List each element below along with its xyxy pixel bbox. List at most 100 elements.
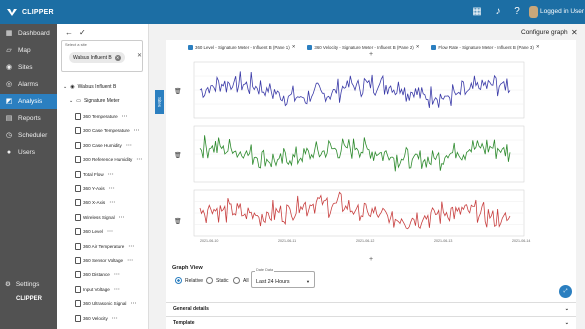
- more-options-icon[interactable]: ⋯: [114, 286, 120, 293]
- sidebar-item-label: Alarms: [18, 81, 39, 88]
- channel-icon: [75, 113, 81, 120]
- tree-channel-item[interactable]: 360 Level ⋯: [75, 228, 113, 236]
- tree-channel-item[interactable]: 360 Velocity ⋯: [75, 314, 118, 322]
- tree-channel-item[interactable]: 360 Y-Axis ⋯: [75, 185, 115, 192]
- tree-channel-item[interactable]: 360 Distance ⋯: [75, 271, 120, 279]
- more-options-icon[interactable]: ⋯: [109, 185, 115, 192]
- radio-dot[interactable]: [175, 277, 182, 284]
- tree-channel-item[interactable]: 300 Reference Humidity ⋯: [75, 156, 142, 164]
- more-options-icon[interactable]: ⋯: [136, 156, 142, 163]
- chevron-down-icon[interactable]: ⌄: [69, 98, 73, 104]
- brand-name: CLIPPER: [22, 8, 54, 16]
- close-icon[interactable]: ✕: [292, 44, 296, 50]
- more-options-icon[interactable]: ⋯: [126, 142, 132, 149]
- notifications-icon[interactable]: ♪: [492, 6, 504, 18]
- tree-channel-item[interactable]: Input Voltage ⋯: [75, 285, 120, 293]
- calendar-icon[interactable]: ▦: [471, 6, 483, 18]
- sidebar-item-sites[interactable]: ◉ Sites: [0, 60, 57, 75]
- sidebar-brand: CLIPPER: [16, 296, 43, 302]
- sites-tab[interactable]: Sites: [155, 90, 164, 114]
- more-options-icon[interactable]: ⋯: [107, 228, 113, 235]
- more-options-icon[interactable]: ⋯: [130, 300, 136, 307]
- tree-channel-item[interactable]: Wireless Signal ⋯: [75, 213, 125, 221]
- legend-item[interactable]: Flow Rate - Signature Meter - Influent B…: [431, 44, 540, 50]
- tree-channel-item[interactable]: 360 X-Axis ⋯: [75, 199, 115, 207]
- radio-dot[interactable]: [206, 277, 213, 284]
- radio-all[interactable]: All: [233, 277, 249, 284]
- radio-relative[interactable]: Relative: [175, 277, 203, 284]
- close-icon[interactable]: ✕: [571, 28, 578, 37]
- more-options-icon[interactable]: ⋯: [134, 127, 140, 134]
- add-pane-icon[interactable]: +: [369, 256, 373, 263]
- checkbox-icon[interactable]: [307, 44, 313, 50]
- top-bar: CLIPPER ▦ ♪ ? Logged in User: [0, 0, 585, 24]
- series-line[interactable]: [199, 71, 511, 108]
- series-line[interactable]: [199, 135, 511, 172]
- more-options-icon[interactable]: ⋯: [109, 199, 115, 206]
- sidebar-item-dashboard[interactable]: ▦ Dashboard: [0, 26, 57, 41]
- close-icon[interactable]: ✕: [536, 44, 540, 50]
- close-icon[interactable]: ✕: [416, 44, 420, 50]
- legend-item[interactable]: 360 Level - Signature Meter - Influent B…: [188, 44, 295, 50]
- tree-channel-item[interactable]: 300 Case Humidity ⋯: [75, 141, 132, 149]
- more-options-icon[interactable]: ⋯: [128, 243, 134, 250]
- sidebar-item-alarms[interactable]: ◎ Alarms: [0, 77, 57, 92]
- tree-channel-item[interactable]: 360 Sensor Voltage ⋯: [75, 257, 133, 264]
- clear-icon[interactable]: ✕: [137, 52, 142, 59]
- checkbox-icon[interactable]: [431, 44, 437, 50]
- tree-device-node[interactable]: ⌄ ▭ Signature Meter: [69, 98, 120, 104]
- site-select-label: Select a site: [65, 42, 87, 47]
- device-icon: ▭: [76, 98, 81, 104]
- app-logo[interactable]: CLIPPER: [5, 4, 54, 20]
- channel-label: 300 Case Temperature: [83, 128, 130, 134]
- site-chip[interactable]: Walsus Influent B ✕: [69, 52, 125, 63]
- help-icon[interactable]: ?: [511, 6, 523, 18]
- tree-channel-item[interactable]: 300 Case Temperature ⋯: [75, 127, 140, 135]
- channel-icon: [75, 199, 81, 207]
- sidebar-item-label: Scheduler: [18, 132, 48, 139]
- tree-channel-item[interactable]: 360 Temperature ⋯: [75, 113, 128, 120]
- back-arrow-icon[interactable]: ←: [65, 28, 73, 37]
- date-range-value: Last 24 Hours: [256, 279, 290, 285]
- sidebar-item-users[interactable]: ● Users: [0, 145, 57, 160]
- tree-site-node[interactable]: ⌄ ◉ Walsus Influent B: [63, 84, 116, 90]
- caret-down-icon[interactable]: ▼: [306, 279, 310, 284]
- channel-icon: [75, 170, 81, 178]
- sidebar-item-reports[interactable]: ▤ Reports: [0, 111, 57, 126]
- radio-static[interactable]: Static: [206, 277, 229, 284]
- sidebar-item-scheduler[interactable]: ◷ Scheduler: [0, 128, 57, 143]
- sidebar-item-map[interactable]: ▱ Map: [0, 43, 57, 58]
- delete-pane-icon[interactable]: 🗑: [174, 218, 182, 225]
- user-name[interactable]: Logged in User: [540, 8, 584, 15]
- legend-item[interactable]: 360 Velocity - Signature Meter - Influen…: [307, 44, 419, 50]
- tree-channel-item[interactable]: 360 Ultrasonic Signal ⋯: [75, 300, 136, 308]
- more-options-icon[interactable]: ⋯: [119, 214, 125, 221]
- more-options-icon[interactable]: ⋯: [127, 257, 133, 264]
- more-options-icon[interactable]: ⋯: [112, 315, 118, 322]
- zoom-button[interactable]: ⤢: [559, 285, 572, 298]
- section-general-details[interactable]: General details ⌄: [166, 302, 576, 315]
- section-template[interactable]: Template ⌄: [166, 316, 576, 329]
- more-options-icon[interactable]: ⋯: [122, 113, 128, 120]
- more-options-icon[interactable]: ⋯: [114, 271, 120, 278]
- sidebar-item-analysis[interactable]: ◩ Analysis: [0, 94, 57, 109]
- sidebar-item-label: Users: [18, 149, 35, 156]
- radio-dot[interactable]: [233, 277, 240, 284]
- channel-icon: [75, 300, 81, 308]
- chevron-down-icon[interactable]: ⌄: [63, 84, 67, 90]
- tree-channel-item[interactable]: Total Flow ⋯: [75, 170, 114, 178]
- avatar[interactable]: [529, 6, 538, 18]
- delete-pane-icon[interactable]: 🗑: [174, 152, 182, 159]
- check-icon[interactable]: ✓: [79, 28, 86, 37]
- chart-area[interactable]: 2021-06-10 2021-06-11 2021-06-12 2021-06-13…: [166, 58, 532, 248]
- add-pane-icon[interactable]: +: [369, 51, 373, 58]
- channel-label: 360 Temperature: [83, 114, 118, 119]
- delete-pane-icon[interactable]: 🗑: [174, 88, 182, 95]
- tree-channel-item[interactable]: 360 Air Temperature ⋯: [75, 242, 134, 250]
- channel-label: 360 Level: [83, 229, 103, 235]
- settings-link[interactable]: ⚙ Settings: [5, 280, 39, 289]
- checkbox-icon[interactable]: [188, 44, 193, 50]
- series-line[interactable]: [199, 191, 511, 230]
- chip-remove-icon[interactable]: ✕: [114, 54, 121, 61]
- more-options-icon[interactable]: ⋯: [108, 171, 114, 178]
